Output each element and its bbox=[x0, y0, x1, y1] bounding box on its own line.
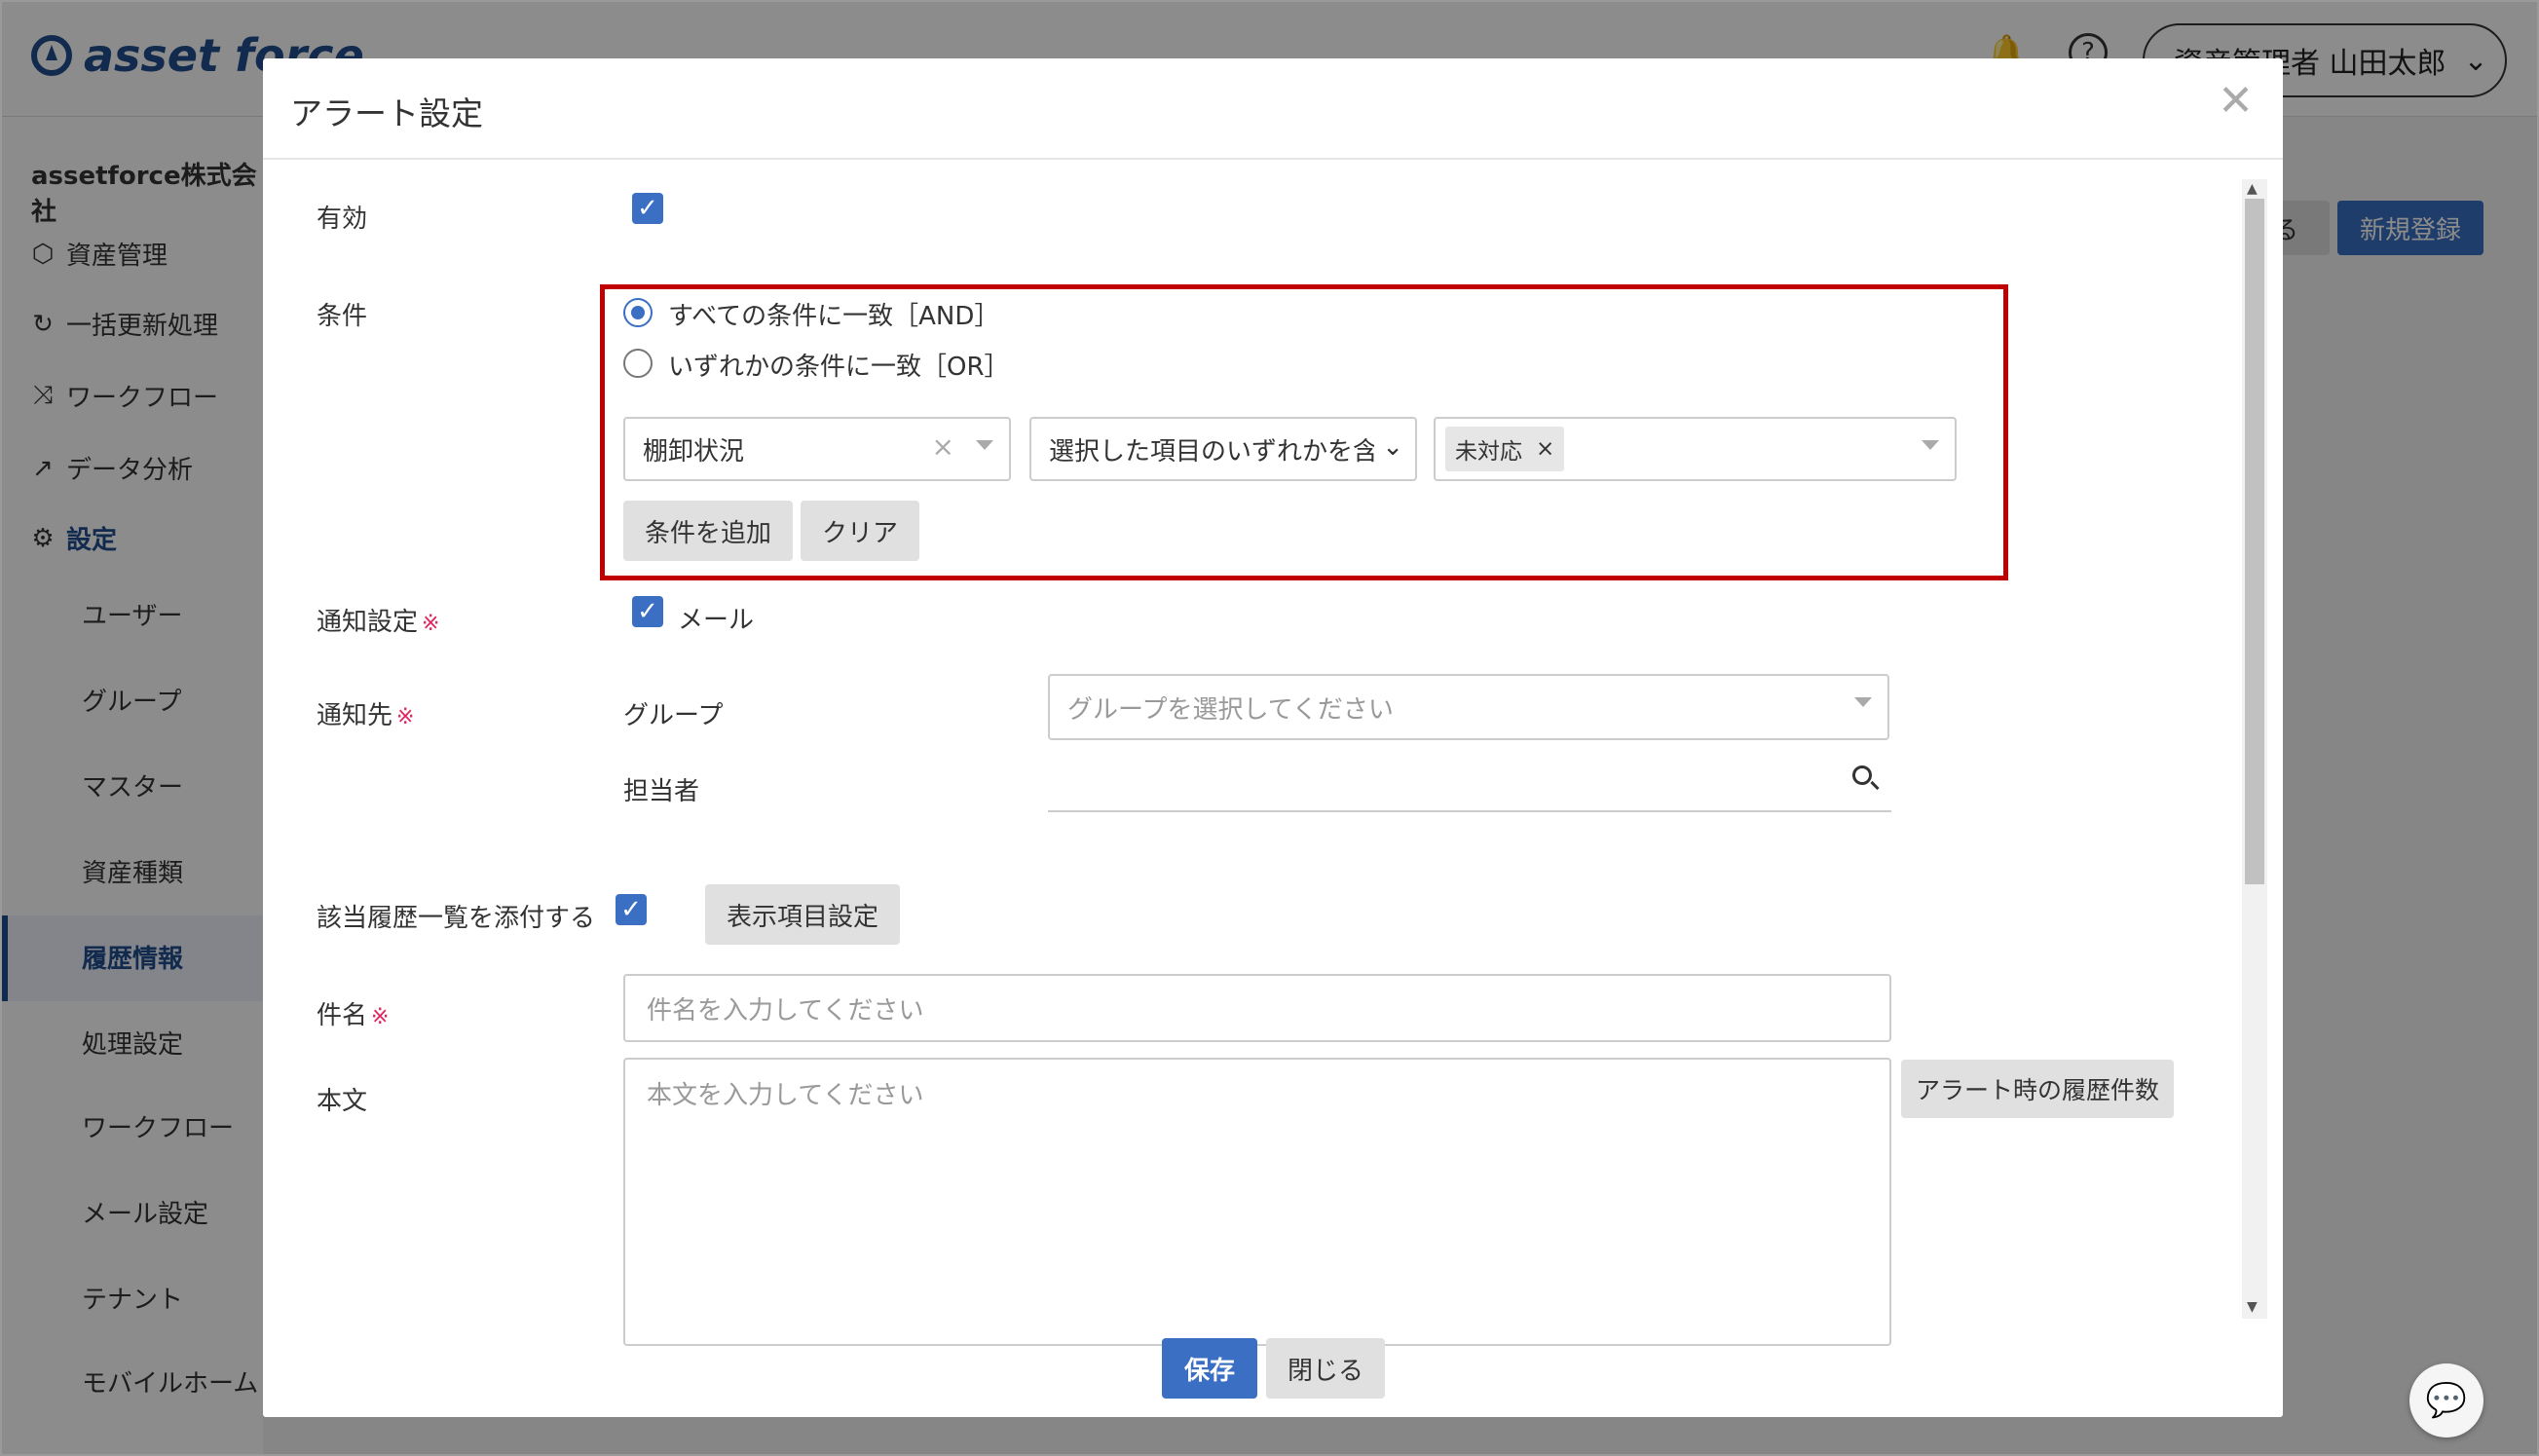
chat-icon[interactable]: 💬 bbox=[2409, 1363, 2483, 1437]
value-tag: 未対応 × bbox=[1445, 427, 1565, 471]
display-items-button[interactable]: 表示項目設定 bbox=[705, 884, 900, 945]
mail-checkbox[interactable]: ✓ bbox=[632, 596, 663, 627]
group-select[interactable]: グループを選択してください bbox=[1048, 674, 1889, 740]
clear-icon[interactable]: × bbox=[932, 430, 954, 463]
add-condition-button[interactable]: 条件を追加 bbox=[623, 501, 793, 561]
group-placeholder: グループを選択してください bbox=[1067, 694, 1394, 725]
scroll-up-arrow-icon[interactable]: ▲ bbox=[2247, 181, 2258, 197]
required-mark: ※ bbox=[422, 612, 440, 636]
attach-checkbox[interactable]: ✓ bbox=[616, 894, 647, 925]
radio-or[interactable] bbox=[623, 349, 653, 378]
recipient-text: 通知先 bbox=[317, 701, 393, 730]
clear-button[interactable]: クリア bbox=[801, 501, 919, 561]
condition-value-select[interactable]: 未対応 × bbox=[1434, 417, 1957, 481]
app-root: asset force 🔔 ? 資産管理者 山田太郎 ⌄ assetforce株… bbox=[0, 0, 2539, 1456]
enabled-label: 有効 bbox=[317, 205, 368, 234]
required-mark: ※ bbox=[371, 1005, 390, 1029]
scroll-down-arrow-icon[interactable]: ▼ bbox=[2247, 1299, 2258, 1315]
person-field[interactable] bbox=[1048, 748, 1891, 812]
modal-header: アラート設定 ✕ bbox=[263, 58, 2283, 160]
modal-title: アラート設定 bbox=[290, 94, 483, 132]
radio-and-label: すべての条件に一致［AND］ bbox=[668, 302, 1000, 331]
subject-input[interactable]: 件名を入力してください bbox=[623, 974, 1891, 1042]
condition-operator-value: 選択した項目のいずれかを含む bbox=[1049, 436, 1404, 467]
modal-scrollbar[interactable]: ▲ ▼ bbox=[2242, 179, 2267, 1319]
mail-label: メール bbox=[678, 606, 755, 635]
value-tag-label: 未対応 bbox=[1455, 439, 1522, 465]
condition-operator-select[interactable]: 選択した項目のいずれかを含む ⌄ bbox=[1029, 417, 1417, 481]
body-label: 本文 bbox=[317, 1087, 368, 1116]
scroll-thumb[interactable] bbox=[2245, 199, 2264, 884]
enabled-checkbox[interactable]: ✓ bbox=[632, 193, 663, 224]
condition-field-select[interactable]: 棚卸状況 × bbox=[623, 417, 1011, 481]
subject-text: 件名 bbox=[317, 1001, 368, 1030]
body-textarea[interactable]: 本文を入力してください bbox=[623, 1058, 1891, 1346]
tag-remove-icon[interactable]: × bbox=[1536, 436, 1554, 462]
history-count-button[interactable]: アラート時の履歴件数 bbox=[1901, 1060, 2174, 1118]
notify-setting-text: 通知設定 bbox=[317, 608, 419, 637]
person-label: 担当者 bbox=[623, 777, 700, 806]
radio-or-label: いずれかの条件に一致［OR］ bbox=[668, 353, 1010, 382]
chevron-down-icon bbox=[976, 440, 993, 450]
subject-label: 件名 ※ bbox=[317, 995, 389, 1031]
recipient-label: 通知先 ※ bbox=[317, 695, 414, 731]
attach-label: 該当履歴一覧を添付する bbox=[317, 904, 596, 933]
required-mark: ※ bbox=[396, 705, 415, 729]
group-label: グループ bbox=[623, 701, 724, 730]
close-icon[interactable]: ✕ bbox=[2218, 80, 2254, 123]
save-button[interactable]: 保存 bbox=[1162, 1338, 1257, 1399]
chevron-down-icon bbox=[1854, 697, 1872, 707]
condition-label: 条件 bbox=[317, 302, 368, 331]
search-icon[interactable] bbox=[1852, 765, 1872, 785]
chevron-down-icon bbox=[1922, 440, 1939, 450]
condition-field-value: 棚卸状況 bbox=[643, 436, 745, 467]
radio-and[interactable] bbox=[623, 298, 653, 327]
chevron-down-icon: ⌄ bbox=[1374, 432, 1403, 462]
close-button[interactable]: 閉じる bbox=[1266, 1338, 1385, 1399]
notify-setting-label: 通知設定 ※ bbox=[317, 602, 439, 638]
alert-settings-modal: アラート設定 ✕ ▲ ▼ 有効 ✓ 条件 すべての条件に一致［AND］ いずれか… bbox=[263, 58, 2283, 1417]
